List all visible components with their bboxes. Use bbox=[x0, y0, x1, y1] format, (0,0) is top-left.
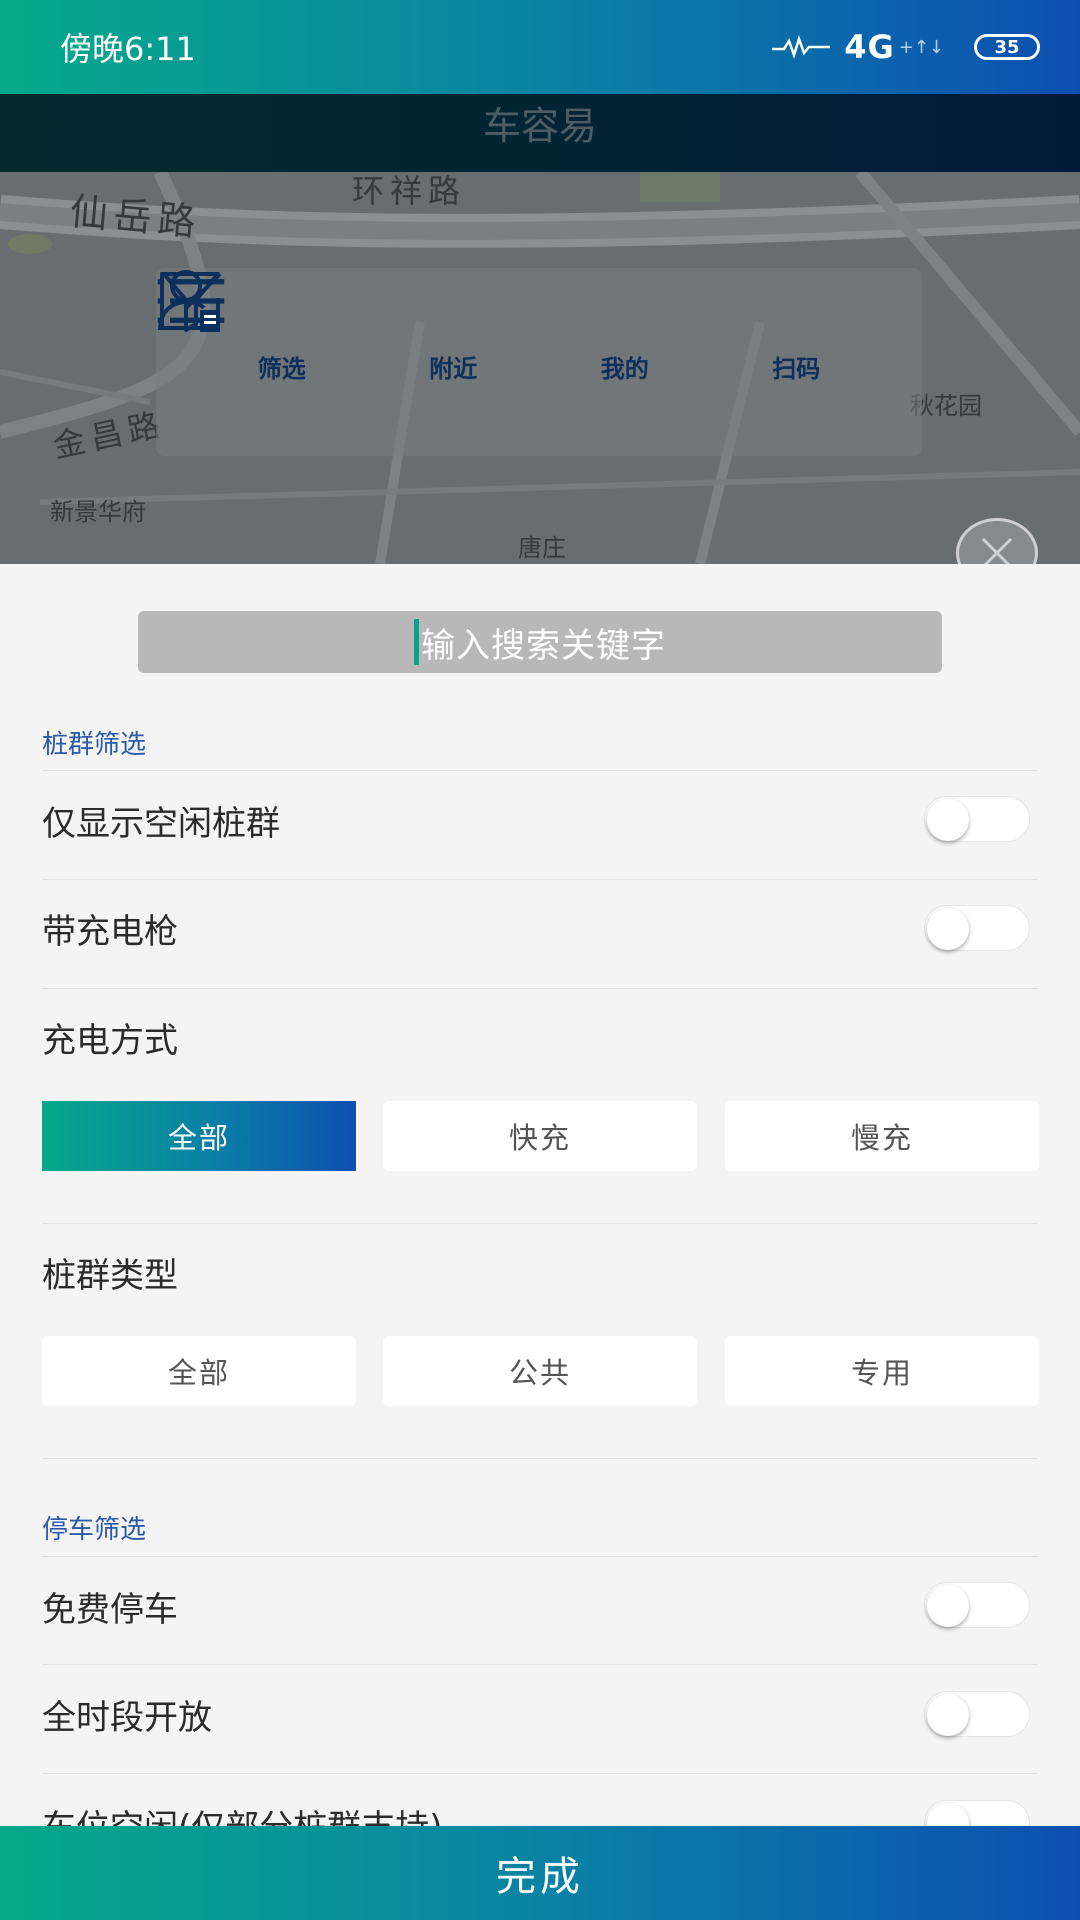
battery-level: 35 bbox=[994, 36, 1020, 58]
scan-edit-icon bbox=[160, 272, 222, 330]
done-button[interactable]: 完成 bbox=[0, 1826, 1080, 1920]
pile-type-public-chip[interactable]: 公共 bbox=[383, 1336, 697, 1406]
section-title-pile-filter: 桩群筛选 bbox=[42, 730, 147, 760]
divider bbox=[42, 1223, 1038, 1224]
map-label-xinjing: 新景华府 bbox=[50, 498, 146, 526]
only-idle-label: 仅显示空闲桩群 bbox=[42, 804, 280, 844]
status-bar: 傍晚6:11 4G +↑↓ 35 bbox=[0, 0, 1080, 94]
network-type: 4G bbox=[844, 28, 895, 66]
all-day-open-toggle[interactable] bbox=[924, 1691, 1030, 1737]
spot-idle-toggle[interactable] bbox=[924, 1800, 1030, 1826]
section-title-parking-filter: 停车筛选 bbox=[42, 1515, 147, 1545]
spot-idle-label: 车位空闲(仅部分桩群支持) bbox=[42, 1800, 443, 1826]
charge-mode-fast-chip[interactable]: 快充 bbox=[383, 1101, 697, 1171]
charge-mode-all-chip[interactable]: 全部 bbox=[42, 1101, 356, 1171]
app-title: 车容易 bbox=[482, 103, 597, 148]
pile-type-all-chip[interactable]: 全部 bbox=[42, 1336, 356, 1406]
divider bbox=[42, 988, 1038, 989]
charge-mode-slow-chip[interactable]: 慢充 bbox=[725, 1101, 1039, 1171]
divider bbox=[42, 1458, 1038, 1459]
map-label-tangzhuang: 唐庄 bbox=[518, 534, 566, 562]
mine-tool-button[interactable]: 我的 bbox=[158, 270, 680, 384]
app-header: 车容易 bbox=[0, 94, 1080, 172]
with-gun-label: 带充电枪 bbox=[42, 912, 178, 952]
filter-tool-label: 筛选 bbox=[257, 354, 306, 383]
free-parking-label: 免费停车 bbox=[42, 1590, 178, 1630]
toggle-knob bbox=[927, 1803, 969, 1826]
toggle-knob bbox=[927, 799, 969, 841]
mine-tool-label: 我的 bbox=[600, 354, 649, 383]
toggle-knob bbox=[927, 1694, 969, 1736]
divider bbox=[42, 770, 1038, 771]
filter-tool-button[interactable]: 筛选 bbox=[162, 272, 337, 384]
toggle-knob bbox=[927, 908, 969, 950]
signal-wave-icon bbox=[772, 35, 831, 59]
divider bbox=[42, 1664, 1038, 1665]
search-input[interactable]: 输入搜索关键字 bbox=[138, 611, 942, 673]
filter-panel: 输入搜索关键字 桩群筛选 仅显示空闲桩群 带充电枪 充电方式 全部 快充 慢充 … bbox=[0, 564, 1080, 1826]
scan-tool-button[interactable]: 扫码 bbox=[160, 272, 851, 384]
search-placeholder: 输入搜索关键字 bbox=[421, 625, 666, 666]
map-toolbar: 筛选 附近 我的 扫码 bbox=[156, 268, 922, 456]
free-parking-toggle[interactable] bbox=[924, 1582, 1030, 1628]
battery-icon: 35 bbox=[974, 34, 1040, 60]
pile-type-private-chip[interactable]: 专用 bbox=[725, 1336, 1039, 1406]
map-label-huanxiang: 环祥路 bbox=[352, 172, 467, 210]
divider bbox=[42, 1556, 1038, 1557]
only-idle-toggle[interactable] bbox=[924, 796, 1030, 842]
pile-type-title: 桩群类型 bbox=[42, 1256, 178, 1296]
nearby-tool-button[interactable]: 附近 bbox=[157, 279, 508, 384]
divider bbox=[42, 879, 1038, 880]
divider bbox=[42, 1773, 1038, 1774]
nearby-tool-label: 附近 bbox=[429, 354, 478, 383]
with-gun-toggle[interactable] bbox=[924, 905, 1030, 951]
status-right: 4G +↑↓ 35 bbox=[772, 28, 1040, 66]
map-label-xianyue: 仙岳路 bbox=[68, 189, 204, 245]
map-view[interactable]: 仙岳路 环祥路 金昌路 新景华府 唐庄 秋花园 筛选 附近 我的 扫码 bbox=[0, 172, 1080, 564]
text-caret bbox=[414, 619, 419, 665]
all-day-open-label: 全时段开放 bbox=[42, 1698, 212, 1738]
scan-tool-label: 扫码 bbox=[772, 354, 821, 383]
toggle-knob bbox=[927, 1585, 969, 1627]
network-arrows-icon: +↑↓ bbox=[898, 36, 944, 58]
status-time: 傍晚6:11 bbox=[60, 30, 196, 68]
charge-mode-title: 充电方式 bbox=[42, 1021, 178, 1061]
